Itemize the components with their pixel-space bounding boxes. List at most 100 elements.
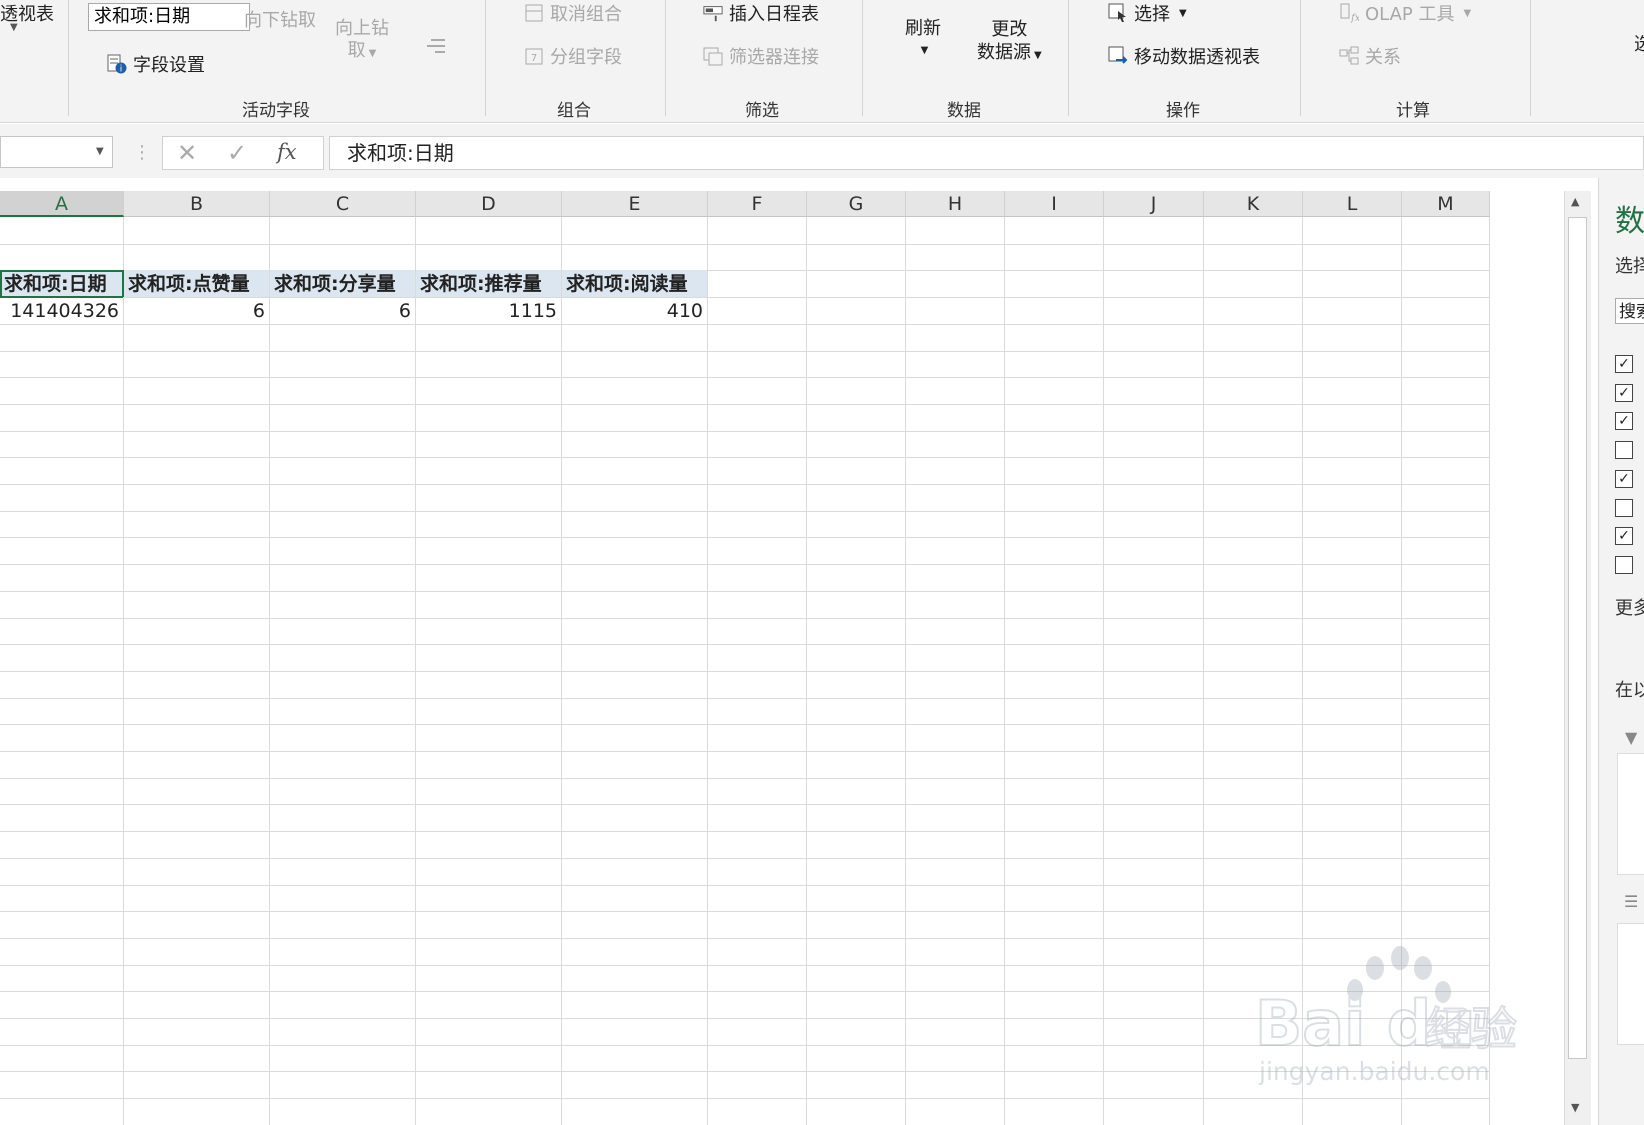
group-separator (1530, 0, 1531, 116)
pivot-table-name-label[interactable]: 透视表 (0, 0, 54, 26)
change-source-label-1: 更改 (991, 19, 1028, 40)
drag-fields-label: 在以 (1615, 680, 1644, 701)
ungroup-button[interactable]: 取消组合 (524, 0, 622, 26)
relationships-icon (1339, 46, 1359, 65)
group-separator (665, 0, 666, 116)
column-header-g[interactable]: G (807, 191, 906, 217)
move-pivot-label: 移动数据透视表 (1134, 47, 1260, 68)
vertical-scrollbar[interactable]: ▲ ▼ (1564, 191, 1591, 1125)
drill-down-button[interactable]: 向下钻取 (244, 6, 316, 32)
column-header-c[interactable]: C (270, 191, 416, 217)
column-header-f[interactable]: F (708, 191, 807, 217)
group-label-filter: 筛选 (745, 101, 779, 121)
column-header-i[interactable]: I (1005, 191, 1104, 217)
group-field-label: 分组字段 (550, 47, 622, 68)
ribbon: 透视表 ▼ 向下钻取 向上钻 取▼ i 字段设置 活动字段 取消组合 7 分组字… (0, 0, 1644, 123)
field-checkbox[interactable]: ✓ (1615, 383, 1633, 402)
resize-handle-icon[interactable]: ⋮ (133, 142, 151, 163)
ribbon-edge-label[interactable]: 选 (1634, 30, 1644, 56)
pivot-header-cell[interactable]: 求和项:日期 (0, 270, 124, 298)
select-label: 选择 (1134, 4, 1170, 25)
chevron-down-icon[interactable]: ▼ (96, 146, 104, 157)
insert-function-icon[interactable]: fx (277, 140, 297, 164)
group-separator (485, 0, 486, 116)
drill-up-button[interactable]: 向上钻 取 ▼ (335, 18, 389, 65)
refresh-label: 刷新 (905, 18, 941, 39)
field-search-input[interactable]: 搜索 (1615, 298, 1644, 324)
field-checkbox[interactable]: ✓ (1615, 355, 1633, 373)
column-header-h[interactable]: H (906, 191, 1005, 217)
formula-input[interactable]: 求和项:日期 (329, 136, 1644, 170)
change-source-label-2: 数据源 ▼ (977, 42, 1042, 63)
group-label-group: 组合 (557, 101, 591, 121)
chevron-down-icon[interactable]: ▼ (10, 22, 18, 33)
group-field-button[interactable]: 7 分组字段 (524, 43, 622, 69)
pivot-header-cell[interactable]: 求和项:分享量 (270, 270, 416, 298)
move-pivot-table-button[interactable]: 移动数据透视表 (1108, 43, 1260, 69)
collapse-field-icon[interactable] (425, 36, 447, 58)
pivot-header-cell[interactable]: 求和项:推荐量 (416, 270, 562, 298)
filters-area[interactable] (1617, 753, 1644, 875)
scroll-down-icon[interactable]: ▼ (1571, 1101, 1579, 1114)
pivot-header-cell[interactable]: 求和项:点赞量 (124, 270, 270, 298)
field-settings-icon: i (107, 54, 127, 74)
group-separator (68, 0, 69, 116)
select-icon (1108, 3, 1126, 22)
olap-tools-button[interactable]: fx OLAP 工具 ▼ (1339, 0, 1471, 26)
group-label-active-field: 活动字段 (242, 101, 310, 121)
field-checkbox[interactable] (1615, 441, 1633, 460)
field-checkbox[interactable]: ✓ (1615, 412, 1633, 431)
filter-connections-label: 筛选器连接 (729, 47, 819, 68)
column-header-d[interactable]: D (416, 191, 562, 217)
svg-text:经验: 经验 (1425, 1002, 1517, 1056)
column-header-j[interactable]: J (1104, 191, 1204, 217)
pivot-value-cell[interactable]: 6 (124, 297, 270, 325)
active-field-input[interactable] (88, 3, 250, 31)
chevron-down-icon: ▼ (1179, 7, 1187, 19)
scrollbar-thumb[interactable] (1568, 217, 1587, 1059)
svg-text:fx: fx (1350, 13, 1359, 23)
column-header-b[interactable]: B (124, 191, 270, 217)
pane-title: 数 (1615, 204, 1644, 239)
relationships-button[interactable]: 关系 (1339, 43, 1401, 69)
column-header-l[interactable]: L (1303, 191, 1402, 217)
filter-connections-button[interactable]: 筛选器连接 (703, 43, 819, 69)
column-header-e[interactable]: E (562, 191, 708, 217)
drill-up-label-1: 向上钻 (335, 18, 389, 39)
chevron-down-icon: ▼ (920, 45, 929, 56)
field-checkbox[interactable]: ✓ (1615, 527, 1633, 546)
select-button[interactable]: 选择 ▼ (1108, 0, 1187, 26)
drill-down-label: 向下钻取 (244, 10, 316, 31)
drill-up-label-2: 取 ▼ (347, 40, 377, 61)
pivot-value-cell[interactable]: 410 (562, 297, 708, 325)
pivot-header-cell[interactable]: 求和项:阅读量 (562, 270, 708, 298)
confirm-icon[interactable]: ✓ (227, 139, 247, 167)
insert-timeline-label: 插入日程表 (729, 4, 819, 25)
column-header-k[interactable]: K (1204, 191, 1303, 217)
filter-icon: ▼ (1625, 728, 1638, 747)
olap-tools-label: OLAP 工具 (1365, 4, 1455, 25)
more-tables-link[interactable]: 更多 (1615, 594, 1644, 620)
group-separator (1300, 0, 1301, 116)
cancel-icon[interactable]: ✕ (177, 139, 197, 167)
ungroup-label: 取消组合 (550, 4, 622, 25)
pivot-value-cell[interactable]: 6 (270, 297, 416, 325)
scroll-up-icon[interactable]: ▲ (1571, 195, 1579, 208)
change-data-source-button[interactable]: 更改 数据源 ▼ (977, 18, 1042, 67)
svg-text:7: 7 (531, 53, 537, 64)
field-checkbox[interactable] (1615, 498, 1633, 517)
pivot-value-cell[interactable]: 1115 (416, 297, 562, 325)
group-separator (1068, 0, 1069, 116)
field-checkbox[interactable]: ✓ (1615, 469, 1633, 488)
refresh-button[interactable]: 刷新 ▼ (905, 18, 941, 62)
pivot-value-cell[interactable]: 141404326 (0, 297, 124, 325)
column-header-m[interactable]: M (1402, 191, 1490, 217)
field-settings-button[interactable]: i 字段设置 (107, 51, 205, 77)
group-label-calculations: 计算 (1396, 101, 1430, 121)
field-checkbox[interactable] (1615, 555, 1633, 574)
svg-text:jingyan.baidu.com: jingyan.baidu.com (1258, 1057, 1490, 1086)
ungroup-icon (525, 4, 543, 22)
insert-timeline-button[interactable]: 插入日程表 (703, 0, 819, 26)
values-area[interactable] (1617, 923, 1644, 1045)
column-header-a[interactable]: A (0, 191, 124, 217)
